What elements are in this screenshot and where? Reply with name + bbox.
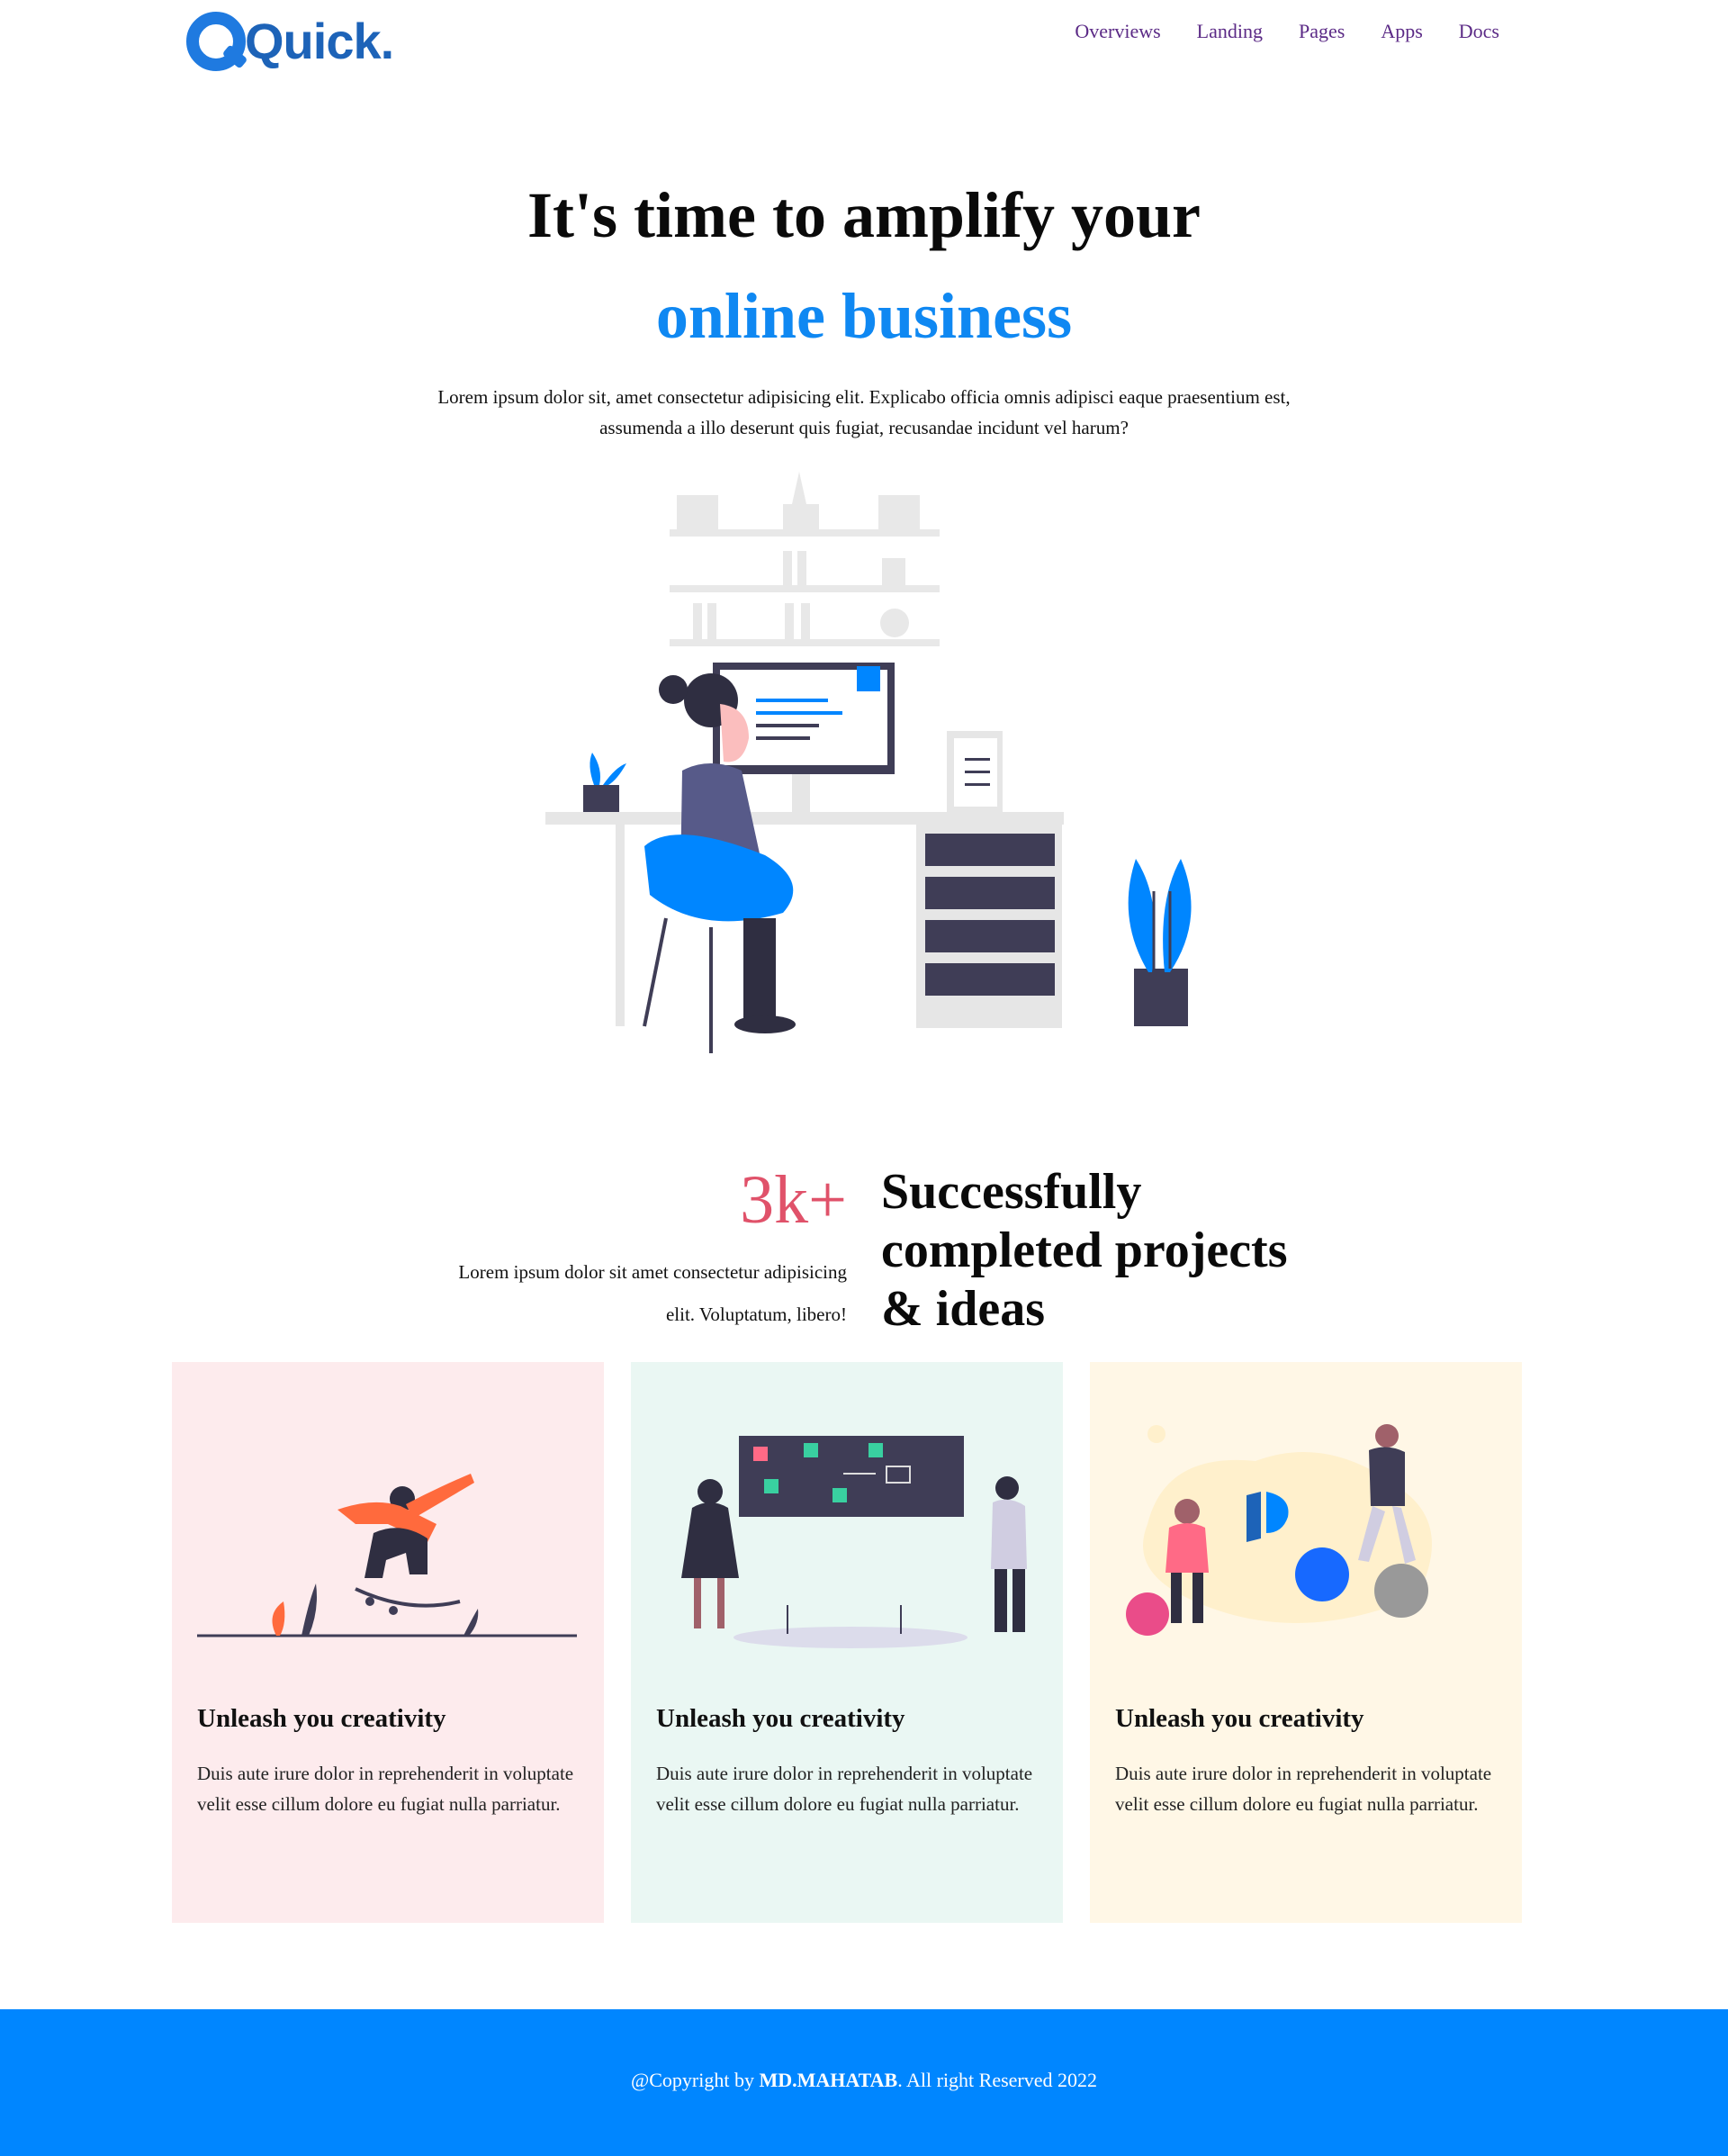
footer-prefix: @Copyright by [630, 2069, 760, 2091]
main-menu: Overviews Landing Pages Apps Docs [1075, 20, 1499, 43]
card-text: Duis aute irure dolor in reprehenderit i… [1115, 1763, 1492, 1815]
stat-number: 3k+ [740, 1162, 847, 1238]
hero-description: Lorem ipsum dolor sit, amet consectetur … [437, 386, 1291, 438]
nav-pages[interactable]: Pages [1299, 20, 1345, 43]
feature-card: Unleash you creativity Duis aute irure d… [631, 1362, 1063, 1923]
card-text: Duis aute irure dolor in reprehenderit i… [656, 1763, 1033, 1815]
nav-landing[interactable]: Landing [1197, 20, 1263, 43]
top-navbar: Quick. Overviews Landing Pages Apps Docs [0, 0, 1728, 81]
whiteboard-illustration [681, 1436, 1027, 1648]
footer: @Copyright by MD.MAHATAB. All right Rese… [0, 2009, 1728, 2156]
hero-title-highlight: online business [655, 280, 1073, 352]
nav-docs[interactable]: Docs [1459, 20, 1499, 43]
feature-card: Unleash you creativity Duis aute irure d… [172, 1362, 604, 1923]
logo-text: Quick. [245, 13, 394, 69]
nav-apps[interactable]: Apps [1381, 20, 1422, 43]
card-title: Unleash you creativity [656, 1704, 905, 1733]
skateboarder-illustration [197, 1474, 577, 1637]
card-text: Duis aute irure dolor in reprehenderit i… [197, 1763, 574, 1815]
hero-illustration [545, 472, 1192, 1053]
card-title: Unleash you creativity [1115, 1704, 1364, 1733]
feature-card: Unleash you creativity Duis aute irure d… [1090, 1362, 1522, 1923]
logo[interactable]: Quick. [184, 7, 394, 76]
footer-suffix: . All right Reserved 2022 [897, 2069, 1098, 2091]
stat-description: Lorem ipsum dolor sit amet consectetur a… [458, 1261, 847, 1325]
footer-author[interactable]: MD.MAHATAB [759, 2069, 897, 2091]
stat-title: Successfully completed projects & ideas [881, 1164, 1288, 1337]
nav-overviews[interactable]: Overviews [1075, 20, 1160, 43]
social-network-illustration [1126, 1424, 1432, 1636]
footer-copyright: @Copyright by MD.MAHATAB. All right Rese… [0, 2069, 1728, 2092]
card-title: Unleash you creativity [197, 1704, 446, 1733]
hero-title: It's time to amplify your [527, 179, 1201, 251]
